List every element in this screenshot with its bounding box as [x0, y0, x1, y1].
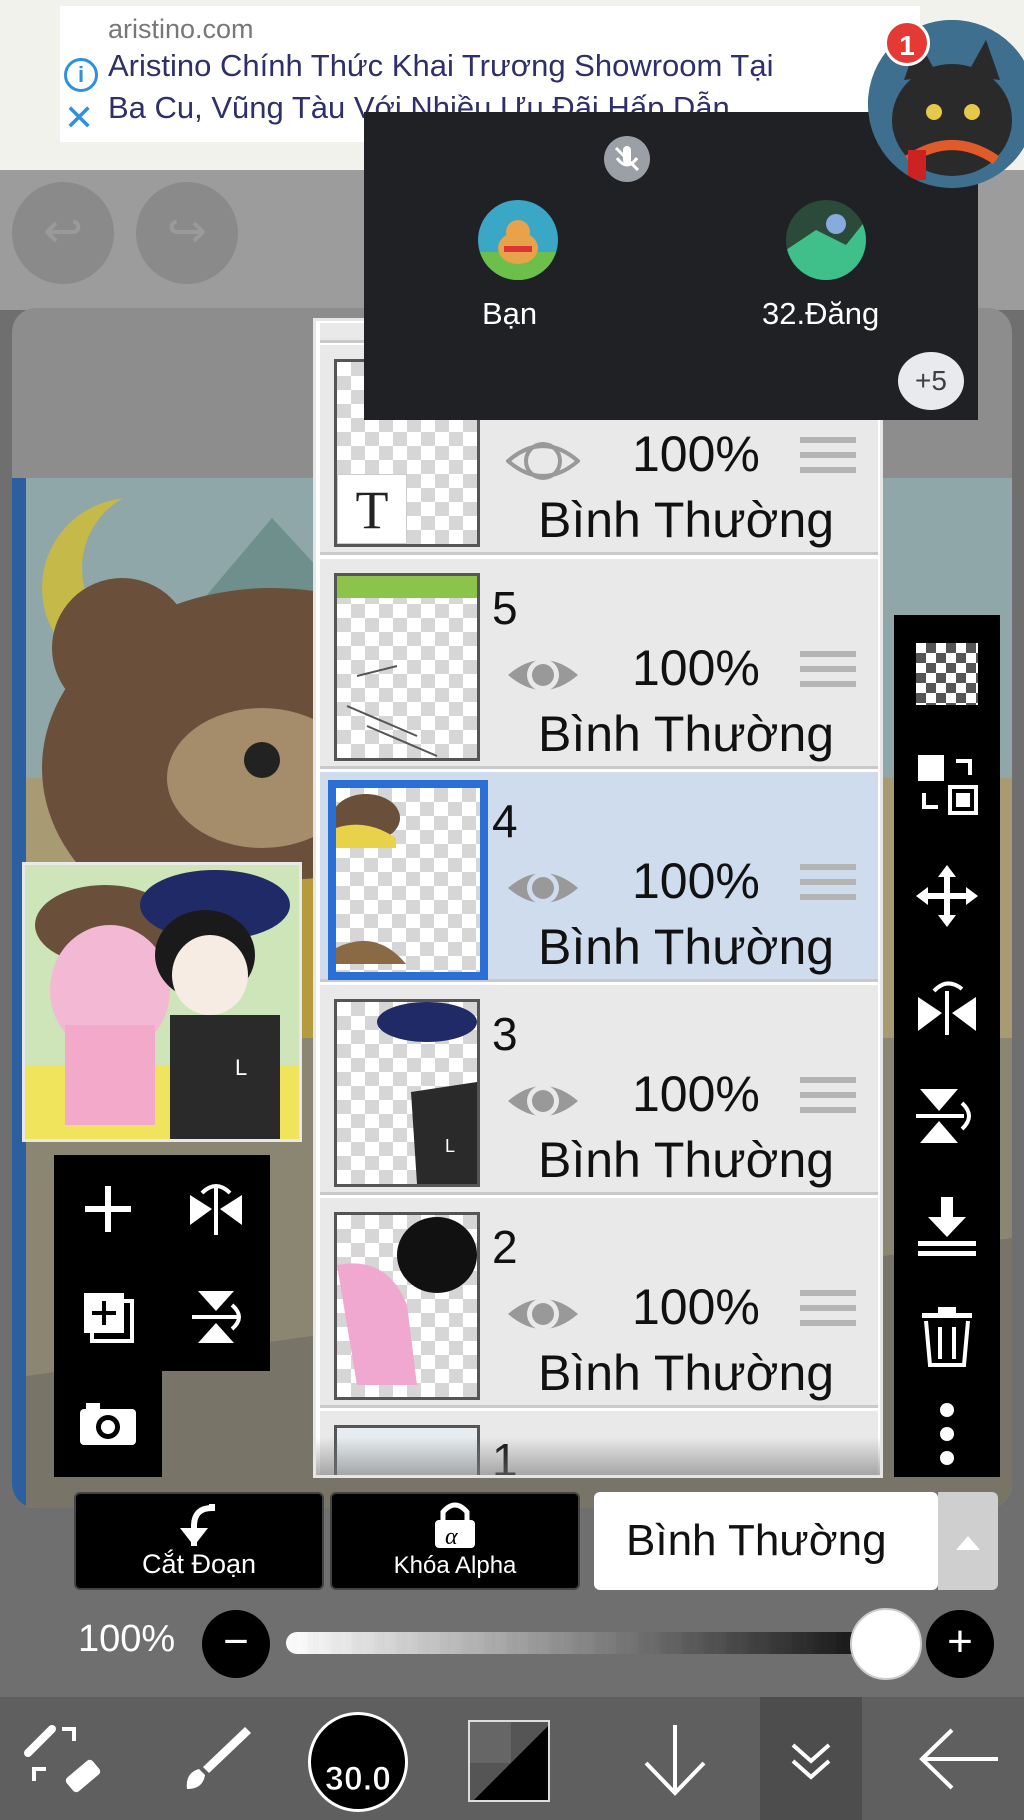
layer-blend-mode[interactable]: Bình Thường — [538, 705, 834, 763]
blend-mode-select[interactable]: Bình Thường — [594, 1492, 938, 1590]
opacity-slider-track[interactable] — [286, 1632, 886, 1654]
down-arrow-icon[interactable] — [620, 1697, 730, 1820]
right-tool-bar — [894, 615, 1000, 1477]
layer-blend-mode[interactable]: Bình Thường — [538, 918, 834, 976]
transparency-icon[interactable] — [908, 635, 986, 713]
back-arrow-icon[interactable] — [904, 1697, 1014, 1820]
text-layer-icon: T — [337, 474, 407, 544]
layer-blend-mode[interactable]: Bình Thường — [538, 491, 834, 549]
opacity-value: 100% — [78, 1618, 176, 1660]
more-vertical-icon[interactable] — [908, 1395, 986, 1473]
layer-blend-mode[interactable]: Bình Thường — [538, 1131, 834, 1189]
drag-handle-icon[interactable] — [800, 1077, 856, 1122]
chat-head[interactable]: 1 — [868, 20, 1024, 200]
layer-row-3[interactable]: L 3 100% Bình Thường — [320, 985, 878, 1195]
ad-info-icon[interactable]: i — [64, 58, 98, 92]
flip-vertical-icon[interactable] — [162, 1263, 270, 1371]
opacity-slider-thumb[interactable] — [850, 1608, 922, 1680]
visibility-eye-icon[interactable] — [506, 1290, 580, 1338]
layer-name: 3 — [492, 1008, 518, 1060]
layer-row-2[interactable]: 2 100% Bình Thường — [320, 1198, 878, 1408]
mic-muted-icon[interactable] — [604, 136, 650, 182]
clipping-button[interactable]: Cắt Đoạn — [74, 1492, 324, 1590]
svg-text:α: α — [445, 1524, 458, 1550]
layer-row-5[interactable]: 5 100% Bình Thường — [320, 559, 878, 769]
svg-text:L: L — [445, 1136, 455, 1156]
participant-avatar-dang[interactable] — [786, 200, 866, 280]
alpha-lock-label: Khóa Alpha — [393, 1552, 517, 1579]
canvas-preview[interactable]: L — [22, 862, 302, 1142]
layer-thumbnail: L — [334, 999, 480, 1187]
clipping-label: Cắt Đoạn — [141, 1549, 257, 1579]
visibility-eye-icon[interactable] — [506, 651, 580, 699]
layer-name: 2 — [492, 1221, 518, 1273]
layer-name: 5 — [492, 582, 518, 634]
layer-opacity[interactable]: 100% — [632, 852, 760, 910]
visibility-eye-icon[interactable] — [506, 1077, 580, 1125]
copy-layer-icon[interactable] — [908, 745, 986, 823]
ad-headline-1[interactable]: Aristino Chính Thức Khai Trương Showroom… — [108, 48, 773, 84]
layer-opacity[interactable]: 100% — [632, 1065, 760, 1123]
layer-opacity[interactable]: 100% — [632, 425, 760, 483]
more-participants-button[interactable]: +5 — [898, 352, 964, 410]
ad-close-icon[interactable]: ✕ — [64, 100, 94, 136]
layer-row-4[interactable]: 4 100% Bình Thường — [320, 772, 878, 982]
svg-text:L: L — [235, 1055, 247, 1080]
lock-icon: α — [435, 1502, 475, 1550]
visibility-eye-icon[interactable] — [506, 864, 580, 912]
layer-thumbnail — [334, 1212, 480, 1400]
opacity-increase-button[interactable]: + — [926, 1610, 994, 1678]
trash-icon[interactable] — [908, 1297, 986, 1375]
flip-v-icon[interactable] — [908, 1077, 986, 1155]
drag-handle-icon[interactable] — [800, 651, 856, 696]
notification-badge: 1 — [884, 20, 930, 66]
clip-arrow-icon — [180, 1504, 215, 1546]
flip-h-icon[interactable] — [908, 967, 986, 1045]
brush-size-value: 30.0 — [324, 1760, 392, 1799]
transform-tools-icon[interactable] — [8, 1697, 118, 1820]
participant-avatar-you[interactable] — [478, 200, 558, 280]
layer-thumbnail — [334, 573, 480, 761]
add-layer-icon[interactable] — [54, 1263, 162, 1371]
drag-handle-icon[interactable] — [800, 1290, 856, 1335]
opacity-decrease-button[interactable]: − — [202, 1610, 270, 1678]
color-swatch[interactable] — [468, 1720, 550, 1802]
drag-handle-icon[interactable] — [800, 864, 856, 909]
layer-name: 4 — [492, 795, 518, 847]
left-tool-panel — [54, 1155, 270, 1477]
drag-handle-icon[interactable] — [800, 437, 856, 482]
add-layer-plus-icon[interactable] — [54, 1155, 162, 1263]
ad-domain: aristino.com — [108, 14, 254, 44]
layer-opacity[interactable]: 100% — [632, 1278, 760, 1336]
preview-graphic: L — [25, 865, 299, 1139]
camera-icon[interactable] — [54, 1369, 162, 1477]
layer-thumbnail — [328, 780, 488, 980]
redo-button[interactable]: ↪ — [136, 182, 238, 284]
blend-mode-arrow-icon[interactable] — [938, 1492, 998, 1590]
brush-icon[interactable] — [160, 1697, 270, 1820]
flip-horizontal-icon[interactable] — [162, 1155, 270, 1263]
layer-menu-icon[interactable] — [756, 1697, 866, 1820]
visibility-eye-icon[interactable] — [504, 437, 582, 485]
merge-down-icon[interactable] — [908, 1187, 986, 1265]
layer-blend-mode[interactable]: Bình Thường — [538, 1344, 834, 1402]
list-fade — [316, 1437, 880, 1475]
participant-name: 32.Đăng — [762, 296, 880, 331]
brush-size-button[interactable]: 30.0 — [308, 1712, 408, 1812]
participant-name: Bạn — [482, 296, 538, 331]
layer-opacity[interactable]: 100% — [632, 639, 760, 697]
layer-list[interactable]: T 6 100% Bình Thường 5 100% Bình Thường … — [313, 318, 883, 1478]
move-icon[interactable] — [908, 857, 986, 935]
alpha-lock-button[interactable]: α Khóa Alpha — [330, 1492, 580, 1590]
undo-button[interactable]: ↩ — [12, 182, 114, 284]
